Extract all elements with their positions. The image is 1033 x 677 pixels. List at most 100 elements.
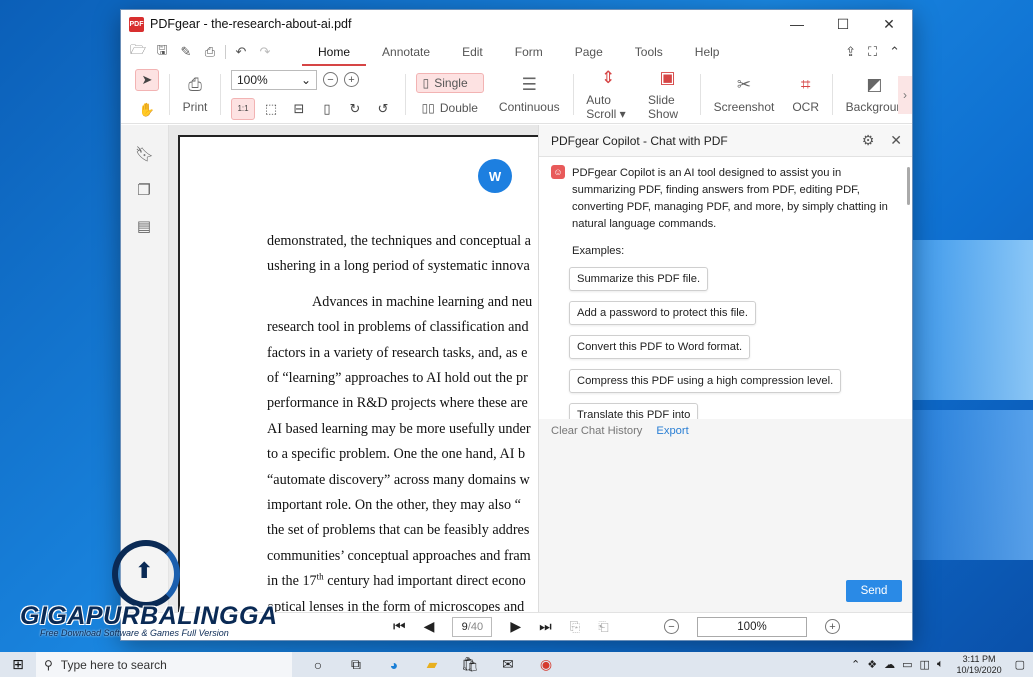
- rotate-right-icon[interactable]: ↻: [343, 98, 367, 120]
- close-button[interactable]: ✕: [866, 10, 912, 38]
- fullscreen-icon[interactable]: ⛶: [868, 44, 877, 60]
- quick-access: 🗁 🖫 ✎ ⎙ ↶ ↷: [129, 41, 274, 63]
- redo-icon[interactable]: ↷: [256, 44, 274, 60]
- fit-height-icon[interactable]: ▯: [315, 98, 339, 120]
- auto-scroll-button[interactable]: ⇕ Auto Scroll ▾: [577, 66, 639, 123]
- continuous-button[interactable]: ☰ Continuous: [490, 66, 569, 123]
- tab-page[interactable]: Page: [559, 38, 619, 66]
- tab-annotate[interactable]: Annotate: [366, 38, 446, 66]
- screenshot-button[interactable]: ✂ Screenshot: [705, 66, 784, 123]
- toolbar-scroll-right-icon[interactable]: ›: [898, 76, 912, 114]
- search-placeholder: Type here to search: [60, 657, 167, 672]
- battery-icon[interactable]: ▭: [902, 658, 912, 671]
- taskbar-search[interactable]: ⚲ Type here to search: [36, 652, 292, 677]
- chrome-icon[interactable]: ◉: [536, 655, 556, 675]
- dropbox-icon[interactable]: ❖: [867, 658, 877, 671]
- century-sup: th: [316, 571, 324, 582]
- double-page-icon: ▯▯: [421, 100, 435, 115]
- convert-to-word-icon[interactable]: W: [478, 159, 512, 193]
- status-zoom-in-icon[interactable]: +: [825, 619, 840, 634]
- save-icon[interactable]: 🖫: [153, 41, 171, 63]
- desktop-glow: [903, 240, 1033, 400]
- clock[interactable]: 3:11 PM 10/19/2020: [957, 654, 1002, 676]
- comments-icon[interactable]: ▤: [135, 217, 153, 235]
- task-view-icon[interactable]: ⧉: [346, 655, 366, 675]
- example-prompt[interactable]: Add a password to protect this file.: [569, 301, 757, 325]
- export-link[interactable]: Export: [656, 425, 688, 437]
- open-folder-icon[interactable]: 🗁: [129, 41, 147, 63]
- file-explorer-icon[interactable]: ▰: [422, 655, 442, 675]
- tab-help[interactable]: Help: [679, 38, 736, 66]
- printer-icon: ⎙: [188, 75, 202, 94]
- previous-view-icon[interactable]: ⎘: [570, 619, 580, 635]
- text-line: research tool in problems of classificat…: [267, 319, 529, 336]
- onedrive-icon[interactable]: ☁: [884, 658, 895, 671]
- example-prompt[interactable]: Convert this PDF to Word format.: [569, 335, 751, 359]
- double-page-button[interactable]: ▯▯ Double: [416, 99, 484, 117]
- tab-form[interactable]: Form: [499, 38, 559, 66]
- notifications-icon[interactable]: ▢: [1015, 658, 1025, 671]
- zoom-in-icon[interactable]: +: [344, 72, 359, 87]
- tray-expand-icon[interactable]: ⌃: [851, 658, 860, 671]
- page-number-input[interactable]: 9 /40: [452, 616, 493, 637]
- copilot-title: PDFgear Copilot - Chat with PDF: [551, 133, 728, 148]
- thumbnails-icon[interactable]: ❐: [135, 181, 153, 199]
- auto-scroll-icon: ⇕: [601, 68, 616, 87]
- single-page-button[interactable]: ▯ Single: [415, 72, 484, 93]
- collapse-ribbon-icon[interactable]: ⌃: [889, 44, 900, 60]
- fit-page-icon[interactable]: ⬚: [259, 98, 283, 120]
- status-zoom-out-icon[interactable]: −: [664, 619, 679, 634]
- copilot-header: PDFgear Copilot - Chat with PDF ⚙ ✕: [539, 125, 912, 157]
- rotate-left-icon[interactable]: ↺: [371, 98, 395, 120]
- minimize-button[interactable]: —: [774, 10, 820, 38]
- tab-tools[interactable]: Tools: [619, 38, 679, 66]
- share-icon[interactable]: ⇪: [845, 44, 856, 60]
- print-button[interactable]: ⎙ Print: [174, 66, 217, 123]
- next-page-icon[interactable]: ▶: [510, 618, 521, 635]
- cortana-icon[interactable]: ○: [308, 655, 328, 675]
- example-prompt[interactable]: Summarize this PDF file.: [569, 267, 709, 291]
- last-page-icon[interactable]: ⏭: [539, 618, 552, 635]
- fit-width-icon[interactable]: ⊟: [287, 98, 311, 120]
- example-prompt[interactable]: Compress this PDF using a high compressi…: [569, 369, 842, 393]
- workspace: 🔖︎ ❐ ▤ W demonstrated, the techniques an…: [121, 125, 912, 615]
- tab-edit[interactable]: Edit: [446, 38, 499, 66]
- next-view-icon[interactable]: ⎗: [598, 619, 608, 635]
- copilot-settings-icon[interactable]: ⚙: [862, 132, 875, 149]
- send-button[interactable]: Send: [846, 580, 902, 602]
- first-page-icon[interactable]: ⏮: [393, 618, 406, 635]
- print-icon[interactable]: ⎙: [201, 44, 219, 60]
- hand-tool-icon[interactable]: ✋: [135, 99, 159, 121]
- clear-chat-history-link[interactable]: Clear Chat History: [551, 425, 642, 437]
- text-line: ushering in a long period of systematic …: [267, 258, 530, 275]
- tab-home[interactable]: Home: [302, 38, 367, 66]
- windows-start-icon[interactable]: ⊞: [0, 652, 36, 677]
- save-as-icon[interactable]: ✎: [177, 44, 195, 60]
- status-zoom-field[interactable]: 100%: [697, 616, 807, 637]
- ocr-button[interactable]: ⌗ OCR: [783, 66, 828, 123]
- network-icon[interactable]: ◫: [920, 658, 930, 671]
- select-tool-icon[interactable]: ➤: [135, 68, 159, 91]
- edge-icon[interactable]: ◕: [384, 655, 404, 675]
- chat-scrollbar[interactable]: [907, 167, 910, 205]
- divider: [699, 74, 701, 115]
- volume-icon[interactable]: 🔈︎: [937, 658, 944, 671]
- mail-icon[interactable]: ✉: [498, 655, 518, 675]
- prev-page-icon[interactable]: ◀: [424, 618, 435, 635]
- zoom-out-icon[interactable]: −: [323, 72, 338, 87]
- example-prompt[interactable]: Translate this PDF into: [569, 403, 699, 419]
- text-line: communities’ conceptual approaches and f…: [267, 547, 531, 564]
- text-line: important role. On the other, they may a…: [267, 497, 521, 514]
- ribbon-toolbar: ➤ ✋ ⎙ Print 100% ⌄ − + 1:1 ⬚ ⊟ ▯ ↻ ↺ ▯ S…: [121, 66, 912, 124]
- slide-show-button[interactable]: ▣ Slide Show: [639, 66, 696, 123]
- zoom-select[interactable]: 100% ⌄: [231, 69, 317, 90]
- actual-size-icon[interactable]: 1:1: [231, 97, 255, 120]
- divider: [572, 74, 574, 115]
- bookmark-icon[interactable]: 🔖︎: [135, 145, 154, 163]
- continuous-label: Continuous: [498, 100, 560, 114]
- copilot-close-icon[interactable]: ✕: [890, 132, 902, 149]
- undo-icon[interactable]: ↶: [232, 44, 250, 60]
- store-icon[interactable]: 🛍︎: [460, 655, 480, 675]
- pdfgear-logo-icon: PDF: [129, 16, 144, 32]
- maximize-button[interactable]: ☐: [820, 10, 866, 38]
